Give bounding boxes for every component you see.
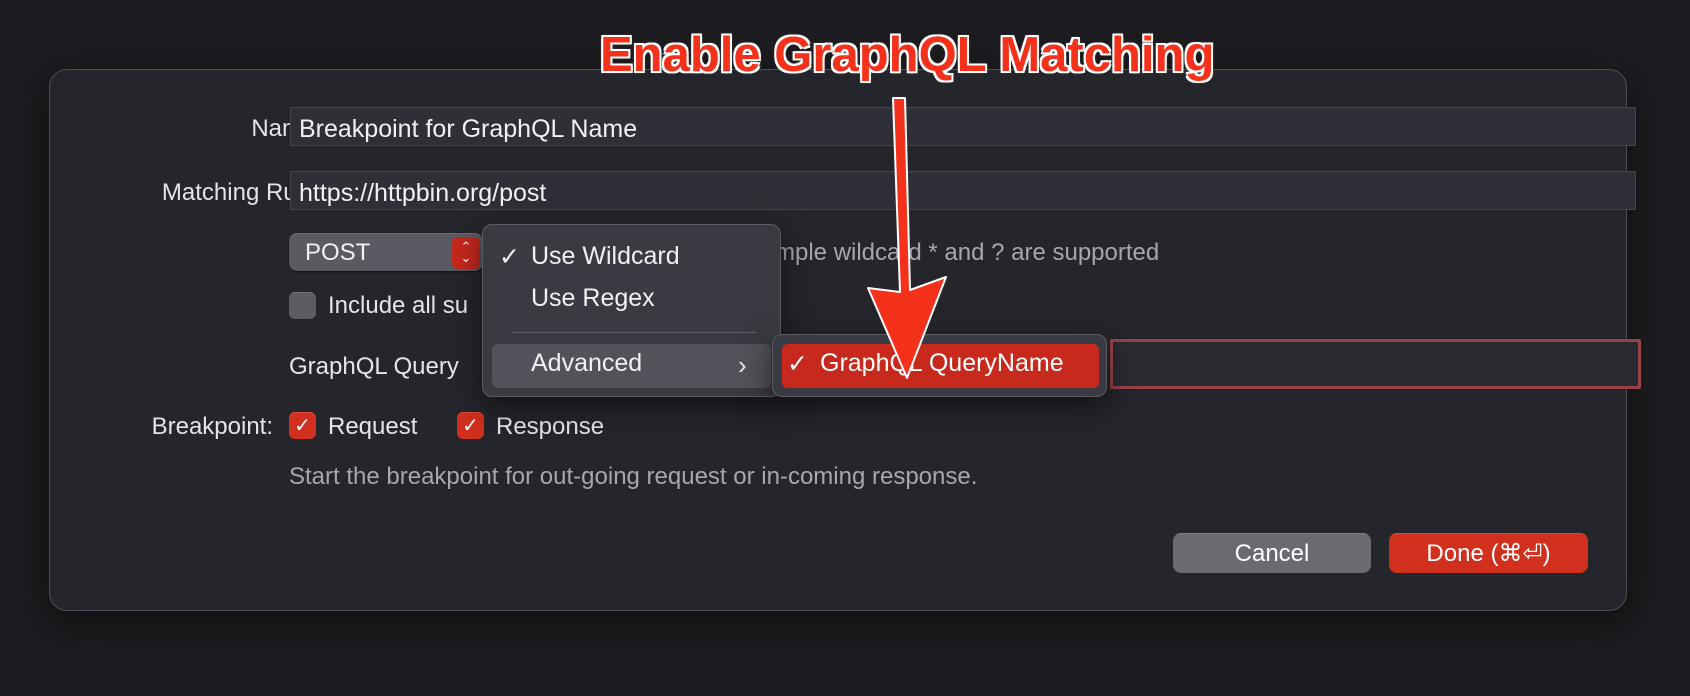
screenshot-stage: Name: Breakpoint for GraphQL Name Matchi… xyxy=(0,0,1690,696)
annotation-arrow-icon xyxy=(867,97,947,379)
